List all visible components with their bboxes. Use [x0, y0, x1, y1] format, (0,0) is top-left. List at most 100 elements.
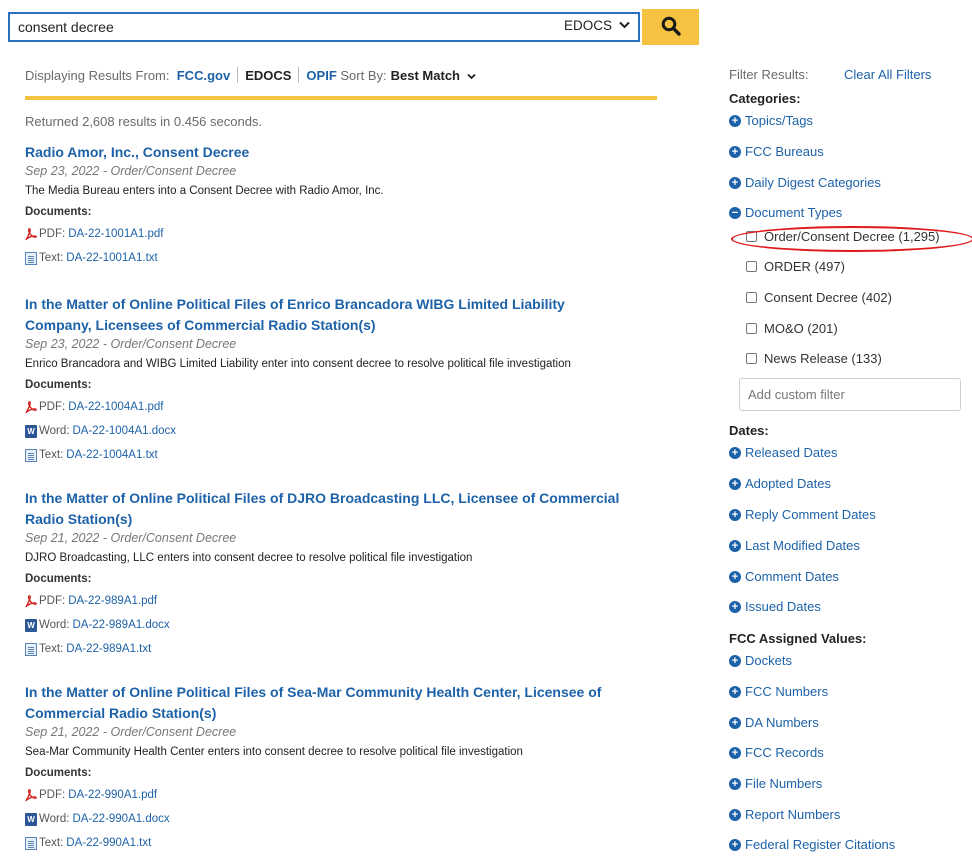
pdf-icon	[25, 400, 37, 414]
search-input[interactable]	[16, 17, 546, 37]
plus-circle-icon: +	[729, 145, 741, 158]
document-link[interactable]: DA-22-1004A1.docx	[72, 425, 176, 437]
doc-type-checkbox[interactable]: Order/Consent Decree (1,295)	[746, 229, 940, 244]
pdf-icon	[25, 227, 37, 241]
filter-daily-digest-categories[interactable]: + Daily Digest Categories	[729, 175, 881, 190]
sort-value: Best Match	[390, 67, 460, 83]
doc-type-checkbox[interactable]: ORDER (497)	[746, 259, 845, 274]
plus-circle-icon: +	[729, 746, 741, 759]
filter-document-types[interactable]: − Document Types	[729, 205, 842, 220]
filter-da-numbers[interactable]: + DA Numbers	[729, 715, 819, 730]
filter-reply-comment-dates[interactable]: + Reply Comment Dates	[729, 507, 876, 522]
source-fcc-gov[interactable]: FCC.gov	[177, 68, 230, 83]
documents-label: Documents:	[25, 206, 92, 218]
document-type: Word:	[39, 425, 70, 437]
document-link-row: W Word: DA-22-989A1.docx	[25, 613, 665, 637]
filter-fcc-numbers[interactable]: + FCC Numbers	[729, 684, 828, 699]
filter-topics-tags[interactable]: + Topics/Tags	[729, 113, 813, 128]
filter-label: Dockets	[745, 653, 792, 668]
filter-label: Topics/Tags	[745, 113, 813, 128]
source-opif[interactable]: OPIF	[306, 68, 336, 83]
filter-issued-dates[interactable]: + Issued Dates	[729, 599, 821, 614]
text-file-icon	[25, 836, 37, 850]
document-link-row: PDF: DA-22-1004A1.pdf	[25, 395, 665, 419]
filter-label: Daily Digest Categories	[745, 175, 881, 190]
result-description: DJRO Broadcasting, LLC enters into conse…	[25, 552, 473, 564]
divider	[298, 67, 300, 83]
document-type: PDF:	[39, 789, 66, 801]
categories-heading: Categories:	[729, 91, 801, 106]
sort-label: Sort By:	[340, 67, 387, 83]
document-link[interactable]: DA-22-990A1.docx	[72, 813, 169, 825]
source-select[interactable]: EDOCS	[564, 18, 630, 33]
document-type: PDF:	[39, 595, 66, 607]
document-link[interactable]: DA-22-1001A1.txt	[66, 252, 157, 264]
plus-circle-icon: +	[729, 654, 741, 667]
plus-circle-icon: +	[729, 539, 741, 552]
document-link[interactable]: DA-22-1004A1.txt	[66, 449, 157, 461]
document-link-row: Text: DA-22-1004A1.txt	[25, 443, 665, 467]
result-title[interactable]: In the Matter of Online Political Files …	[25, 682, 665, 724]
result-date: Sep 21, 2022 - Order/Consent Decree	[25, 531, 237, 545]
results-source-bar: Displaying Results From: FCC.gov EDOCS O…	[25, 67, 476, 83]
checkbox[interactable]	[746, 323, 757, 334]
sort-dropdown[interactable]: Best Match	[391, 68, 476, 83]
plus-circle-icon: +	[729, 808, 741, 821]
document-type: Text:	[39, 643, 64, 655]
plus-circle-icon: +	[729, 176, 741, 189]
document-link-row: Text: DA-22-990A1.txt	[25, 831, 665, 855]
document-link[interactable]: DA-22-990A1.txt	[66, 837, 151, 849]
filter-released-dates[interactable]: + Released Dates	[729, 445, 838, 460]
search-button[interactable]	[642, 9, 699, 45]
document-type: Text:	[39, 252, 64, 264]
result-description: Enrico Brancadora and WIBG Limited Liabi…	[25, 358, 571, 370]
filter-file-numbers[interactable]: + File Numbers	[729, 776, 822, 791]
plus-circle-icon: +	[729, 114, 741, 127]
results-divider	[25, 96, 657, 100]
filter-label: Reply Comment Dates	[745, 507, 876, 522]
source-edocs[interactable]: EDOCS	[245, 68, 291, 83]
text-file-icon	[25, 642, 37, 656]
checkbox[interactable]	[746, 231, 757, 242]
checkbox-label: News Release (133)	[764, 351, 882, 366]
custom-filter-input[interactable]	[739, 378, 961, 411]
document-link[interactable]: DA-22-989A1.docx	[72, 619, 169, 631]
filter-fcc-bureaus[interactable]: + FCC Bureaus	[729, 144, 824, 159]
filter-federal-register-citations[interactable]: + Federal Register Citations	[729, 837, 895, 852]
filter-label: FCC Numbers	[745, 684, 829, 699]
displaying-label: Displaying Results From:	[25, 67, 170, 83]
checkbox[interactable]	[746, 261, 757, 272]
filter-fcc-records[interactable]: + FCC Records	[729, 745, 824, 760]
result-title[interactable]: In the Matter of Online Political Files …	[25, 488, 665, 530]
filter-comment-dates[interactable]: + Comment Dates	[729, 569, 839, 584]
doc-type-checkbox[interactable]: News Release (133)	[746, 351, 882, 366]
doc-type-checkbox[interactable]: Consent Decree (402)	[746, 290, 892, 305]
document-link[interactable]: DA-22-1004A1.pdf	[68, 401, 163, 413]
document-link[interactable]: DA-22-990A1.pdf	[68, 789, 157, 801]
result-title[interactable]: Radio Amor, Inc., Consent Decree	[25, 142, 665, 163]
document-link[interactable]: DA-22-989A1.pdf	[68, 595, 157, 607]
filter-dockets[interactable]: + Dockets	[729, 653, 792, 668]
filter-last-modified-dates[interactable]: + Last Modified Dates	[729, 538, 860, 553]
checkbox[interactable]	[746, 292, 757, 303]
plus-circle-icon: +	[729, 600, 741, 613]
result-title-line: Company, Licensees of Commercial Radio S…	[25, 317, 376, 333]
clear-all-filters-link[interactable]: Clear All Filters	[844, 67, 931, 82]
document-link[interactable]: DA-22-1001A1.pdf	[68, 228, 163, 240]
plus-circle-icon: +	[729, 446, 741, 459]
plus-circle-icon: +	[729, 570, 741, 583]
text-file-icon	[25, 251, 37, 265]
fcc-assigned-values-heading: FCC Assigned Values:	[729, 631, 867, 646]
doc-type-checkbox[interactable]: MO&O (201)	[746, 321, 838, 336]
result-title-line: In the Matter of Online Political Files …	[25, 296, 565, 312]
document-link[interactable]: DA-22-989A1.txt	[66, 643, 151, 655]
checkbox-label: Consent Decree (402)	[764, 290, 892, 305]
result-title[interactable]: In the Matter of Online Political Files …	[25, 294, 665, 336]
documents-label: Documents:	[25, 767, 92, 779]
result-title-line: In the Matter of Online Political Files …	[25, 490, 620, 506]
divider	[237, 67, 239, 83]
checkbox[interactable]	[746, 353, 757, 364]
filter-adopted-dates[interactable]: + Adopted Dates	[729, 476, 831, 491]
filter-report-numbers[interactable]: + Report Numbers	[729, 807, 840, 822]
result-item: In the Matter of Online Political Files …	[25, 488, 665, 661]
